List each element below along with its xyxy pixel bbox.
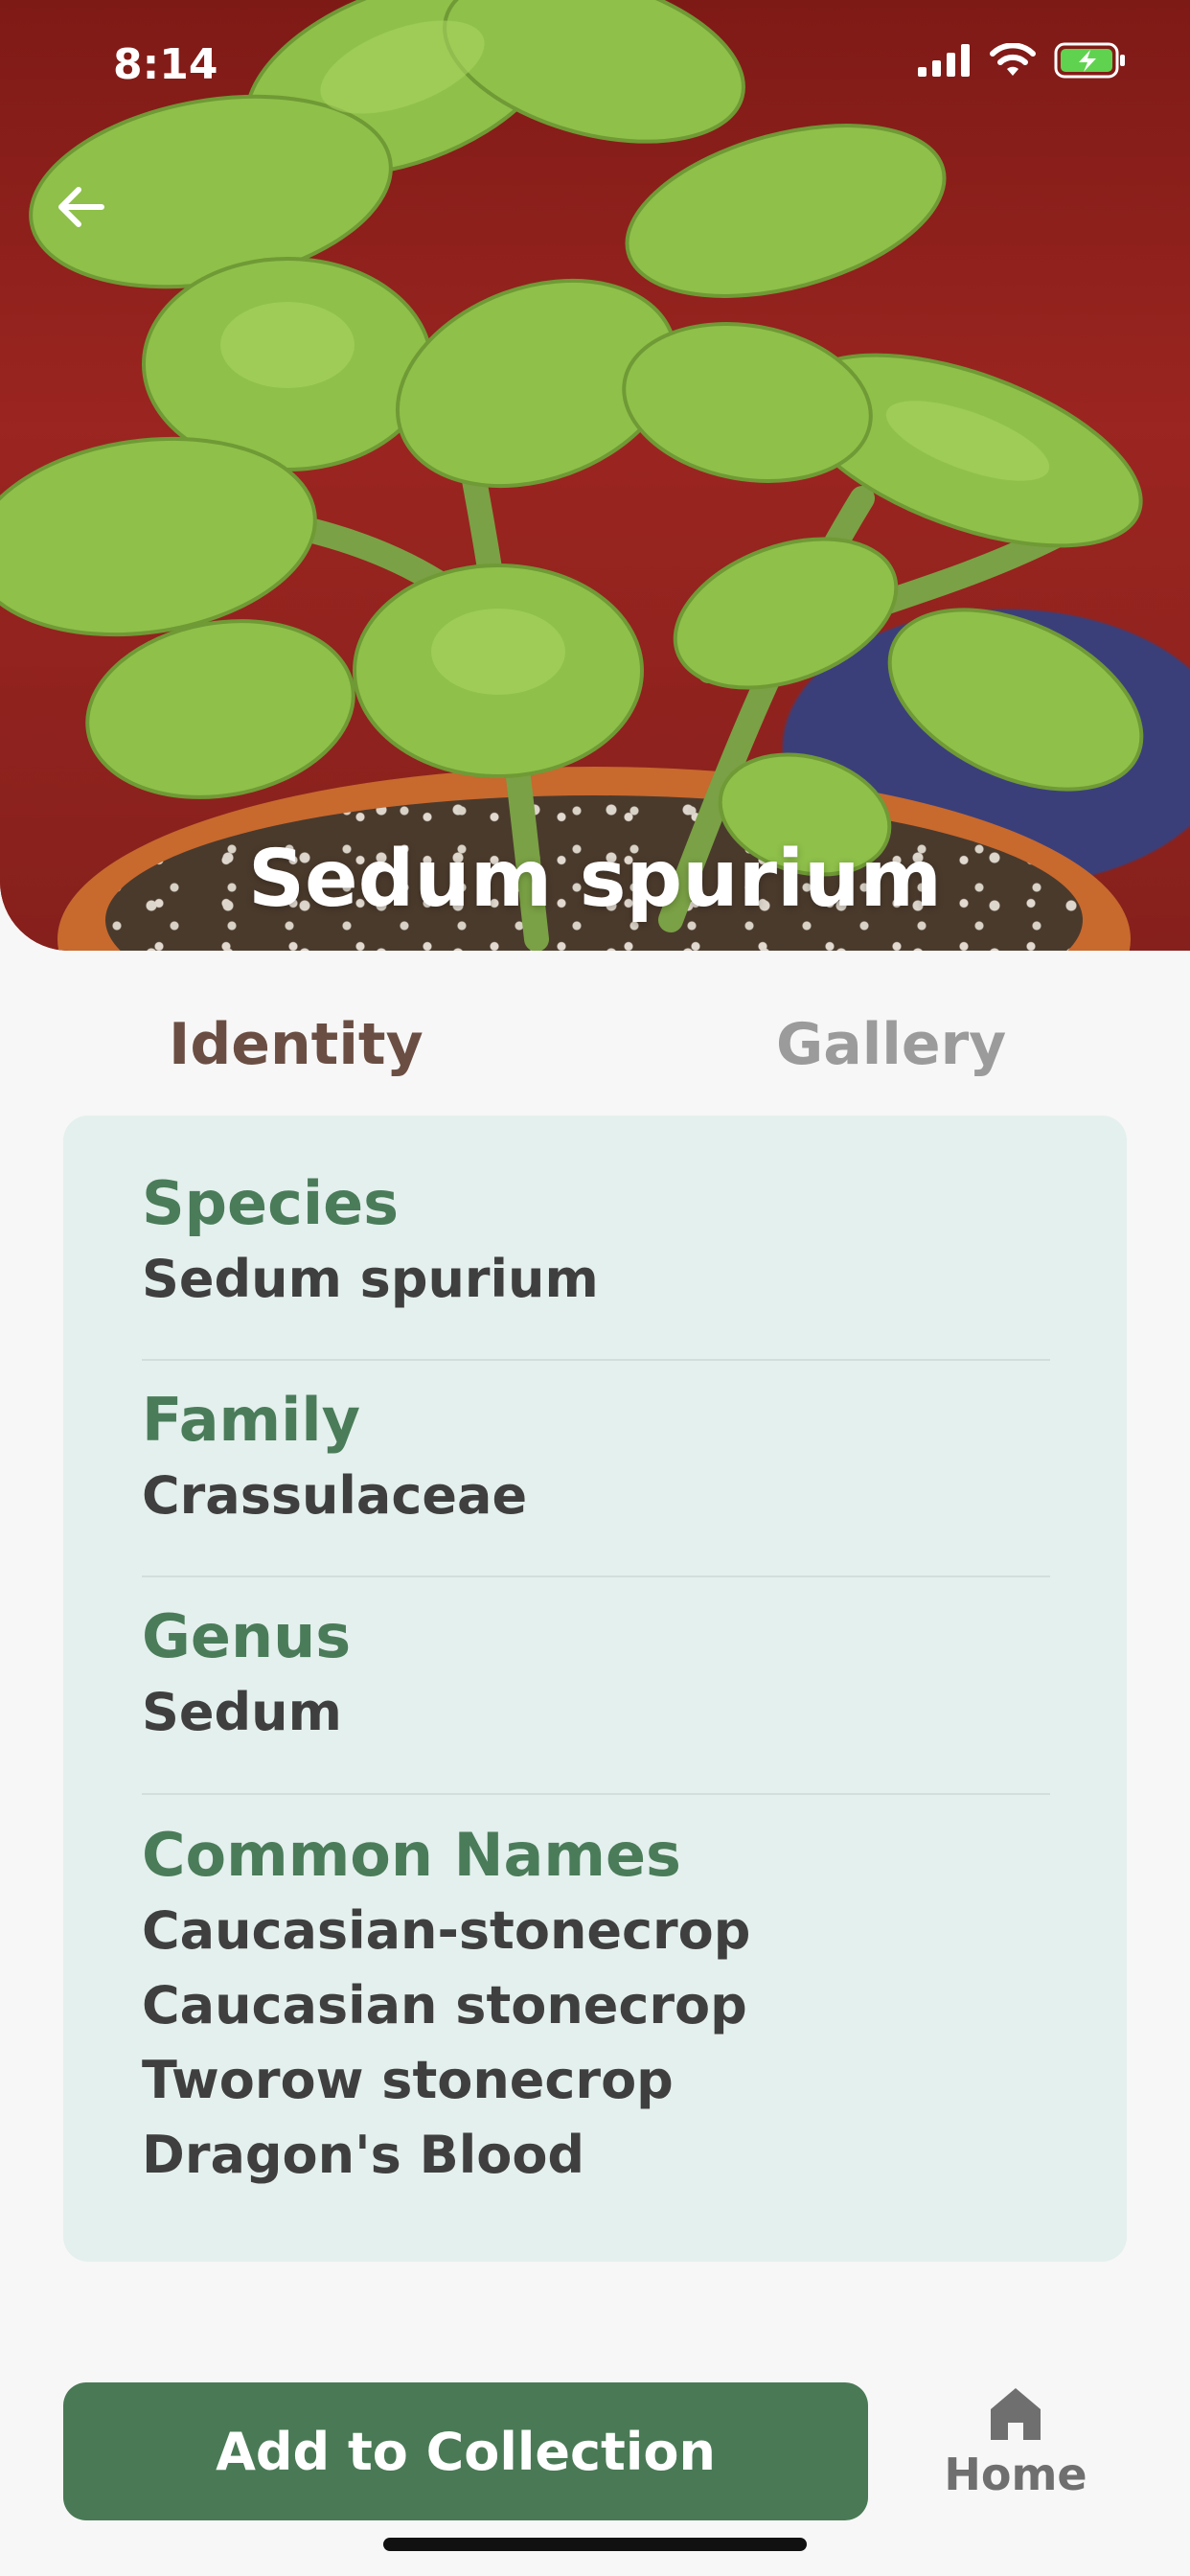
- genus-label: Genus: [142, 1601, 352, 1671]
- family-label: Family: [142, 1385, 361, 1455]
- plant-hero-image: Sedum spurium: [0, 0, 1190, 951]
- plant-title: Sedum spurium: [248, 834, 942, 925]
- common-names-field: Common Names Caucasian-stonecrop Caucasi…: [142, 1817, 1050, 2193]
- status-time: 8:14: [113, 40, 218, 89]
- plant-illustration: [0, 0, 1144, 951]
- arrow-left-icon: [58, 187, 104, 227]
- home-label: Home: [944, 2449, 1087, 2500]
- family-value: Crassulaceae: [142, 1465, 528, 1526]
- divider: [142, 1359, 1050, 1361]
- common-name-item: Caucasian stonecrop: [142, 1975, 747, 2036]
- divider: [142, 1793, 1050, 1795]
- wifi-icon: [990, 43, 1036, 76]
- species-label: Species: [142, 1168, 400, 1238]
- genus-value: Sedum: [142, 1682, 342, 1742]
- common-name-item: Caucasian-stonecrop: [142, 1900, 751, 1961]
- common-name-item: Dragon's Blood: [142, 2125, 585, 2185]
- species-value: Sedum spurium: [142, 1249, 599, 1309]
- home-indicator: [383, 2538, 807, 2551]
- nav-home[interactable]: Home: [939, 2384, 1092, 2528]
- tab-identity[interactable]: Identity: [169, 1006, 423, 1083]
- back-button[interactable]: [42, 169, 119, 245]
- common-names-label: Common Names: [142, 1820, 681, 1890]
- common-name-item: Tworow stonecrop: [142, 2050, 674, 2110]
- divider: [142, 1576, 1050, 1577]
- battery-charging-icon: [1054, 42, 1125, 79]
- status-icons: [918, 42, 1127, 79]
- tab-gallery[interactable]: Gallery: [776, 1006, 1006, 1083]
- add-to-collection-button[interactable]: Add to Collection: [63, 2382, 868, 2520]
- genus-field: Genus Sedum: [142, 1598, 1050, 1750]
- cellular-signal-icon: [918, 44, 970, 77]
- species-field: Species Sedum spurium: [142, 1165, 1050, 1317]
- home-icon: [991, 2388, 1041, 2440]
- family-field: Family Crassulaceae: [142, 1382, 1050, 1533]
